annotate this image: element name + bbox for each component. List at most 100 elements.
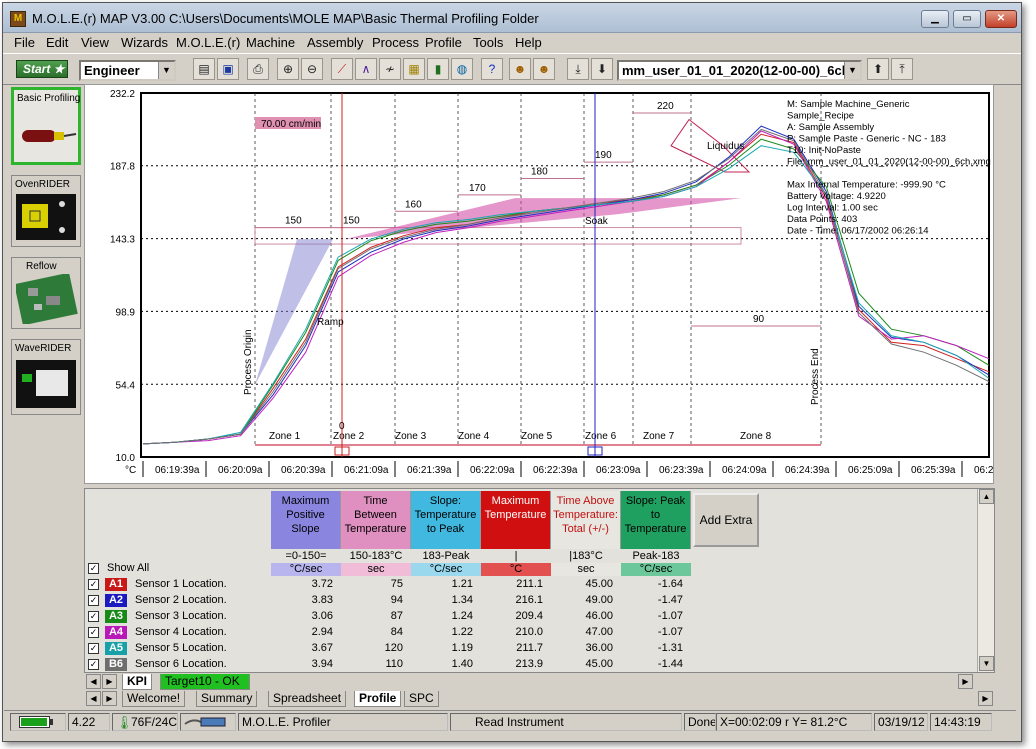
tab-scroll-right-icon[interactable]: ▶ bbox=[102, 674, 117, 689]
sensor-checkbox[interactable]: ✓ bbox=[88, 611, 99, 622]
sensor-checkbox[interactable]: ✓ bbox=[88, 627, 99, 638]
kpi-cell: 46.00 bbox=[585, 610, 613, 622]
menu-mole[interactable]: M.O.L.E.(r) bbox=[176, 35, 240, 50]
tab-target10[interactable]: Target10 - OK bbox=[160, 674, 250, 690]
user-level-select[interactable]: Engineer ▼ bbox=[79, 60, 176, 81]
close-button[interactable]: ✕ bbox=[985, 10, 1017, 28]
kpi-cell: -1.31 bbox=[657, 642, 683, 654]
circuit-board-icon bbox=[16, 274, 78, 324]
menu-profile[interactable]: Profile bbox=[425, 35, 462, 50]
open-folder-icon[interactable]: ▤ bbox=[193, 58, 215, 80]
table-row[interactable]: ✓ A4 Sensor 4 Location. 2.94 84 1.22 210.0 47.0… bbox=[85, 625, 975, 641]
kpi-column-header[interactable]: Slope: Peak to Temperature bbox=[621, 491, 691, 549]
kpi-cell: 84 bbox=[390, 626, 403, 638]
globe-icon[interactable]: ◍ bbox=[451, 58, 473, 80]
tab-profile[interactable]: Profile bbox=[354, 691, 402, 707]
view-tab-strip: ◀ ▶ Welcome! Summary Spreadsheet Profile… bbox=[84, 690, 995, 708]
kpi-column-header[interactable]: Slope: Temperature to Peak bbox=[411, 491, 481, 549]
tab-spreadsheet[interactable]: Spreadsheet bbox=[268, 691, 347, 707]
profile-file-select[interactable]: mm_user_01_01_2020(12-00-00)_6ch.xr ▼ bbox=[617, 60, 862, 81]
waverider-button[interactable]: WaveRIDER bbox=[11, 339, 81, 415]
sensor-name: Sensor 6 Location. bbox=[135, 658, 227, 670]
kpi-cell: 36.00 bbox=[585, 642, 613, 654]
mole-read-icon[interactable]: ☻ bbox=[509, 58, 531, 80]
kpi-column-header[interactable]: Time Above Temperature: Total (+/-) bbox=[551, 491, 621, 549]
profile-info-line: Log Interval: 1.00 sec bbox=[787, 203, 878, 214]
slope-icon[interactable]: ≁ bbox=[379, 58, 401, 80]
menu-file[interactable]: File bbox=[14, 35, 35, 50]
tab-welcome[interactable]: Welcome! bbox=[122, 691, 186, 707]
menu-process[interactable]: Process bbox=[372, 35, 419, 50]
menu-wizards[interactable]: Wizards bbox=[121, 35, 168, 50]
kpi-column-header[interactable]: Maximum Positive Slope bbox=[271, 491, 341, 549]
battery-icon[interactable]: ▮ bbox=[427, 58, 449, 80]
table-row[interactable]: ✓ A5 Sensor 5 Location. 3.67 120 1.19 211.7 36.… bbox=[85, 641, 975, 657]
ovenrider-button[interactable]: OvenRIDER bbox=[11, 175, 81, 247]
zone-label: Zone 7 bbox=[643, 431, 675, 442]
sensor-checkbox[interactable]: ✓ bbox=[88, 579, 99, 590]
kpi-column-header[interactable]: Maximum Temperature bbox=[481, 491, 551, 549]
menu-assembly[interactable]: Assembly bbox=[307, 35, 363, 50]
tab-summary[interactable]: Summary bbox=[196, 691, 258, 707]
scroll-down-icon[interactable]: ▼ bbox=[979, 656, 994, 671]
menu-view[interactable]: View bbox=[81, 35, 109, 50]
hscroll-right-icon[interactable]: ▶ bbox=[958, 674, 973, 689]
menu-edit[interactable]: Edit bbox=[46, 35, 68, 50]
maximize-button[interactable]: ▭ bbox=[953, 10, 981, 28]
zoom-in-icon[interactable]: ⊕ bbox=[277, 58, 299, 80]
draw-line-icon[interactable]: ⟋ bbox=[331, 58, 353, 80]
profile-chart-svg[interactable]: 232.2 187.8 143.3 98.9 54.4 10.0°C 06:19:39a 06… bbox=[85, 85, 994, 484]
x-tick-label: 06:23:39a bbox=[659, 465, 704, 476]
minimize-button[interactable]: ▁ bbox=[921, 10, 949, 28]
basic-profiling-button[interactable]: Basic Profiling bbox=[11, 87, 81, 165]
help-icon[interactable]: ? bbox=[481, 58, 503, 80]
profiler-connection bbox=[180, 713, 236, 731]
sensor-checkbox[interactable]: ✓ bbox=[88, 643, 99, 654]
grid-vertical-scrollbar[interactable]: ▲ ▼ bbox=[977, 489, 994, 673]
mole-app-icon[interactable]: M bbox=[10, 11, 26, 27]
prev-up-icon[interactable]: ⬆ bbox=[867, 58, 889, 80]
last-file-icon[interactable]: ⤒ bbox=[891, 58, 913, 80]
first-file-icon[interactable]: ⤓ bbox=[567, 58, 589, 80]
table-row[interactable]: ✓ B6 Sensor 6 Location. 3.94 110 1.40 213.9 45.… bbox=[85, 657, 975, 673]
ruler-icon[interactable]: ▦ bbox=[403, 58, 425, 80]
menu-tools[interactable]: Tools bbox=[473, 35, 503, 50]
window-title: M.O.L.E.(r) MAP V3.00 C:\Users\Documents… bbox=[32, 11, 539, 26]
next-down-icon[interactable]: ⬇ bbox=[591, 58, 613, 80]
table-row[interactable]: ✓ A2 Sensor 2 Location. 3.83 94 1.34 216.1 49.0… bbox=[85, 593, 975, 609]
kpi-column-header[interactable]: Time Between Temperature bbox=[341, 491, 411, 549]
sensor-checkbox[interactable]: ✓ bbox=[88, 659, 99, 670]
show-all-row: ✓ Show All bbox=[85, 561, 975, 577]
table-row[interactable]: ✓ A3 Sensor 3 Location. 3.06 87 1.24 209.4 46.0… bbox=[85, 609, 975, 625]
sensor-id-badge: A3 bbox=[105, 610, 127, 623]
save-icon[interactable]: ▣ bbox=[217, 58, 239, 80]
waverider-icon bbox=[16, 360, 76, 408]
reflow-button[interactable]: Reflow bbox=[11, 257, 81, 329]
thermometer-icon: 🌡 bbox=[116, 715, 133, 730]
start-button[interactable]: Start ★ bbox=[16, 60, 68, 78]
menu-machine[interactable]: Machine bbox=[246, 35, 295, 50]
sensor-checkbox[interactable]: ✓ bbox=[88, 595, 99, 606]
x-tick-label: 06:20:09a bbox=[218, 465, 263, 476]
menu-help[interactable]: Help bbox=[515, 35, 542, 50]
mole-setup-icon[interactable]: ☻ bbox=[533, 58, 555, 80]
kpi-cell: 1.40 bbox=[451, 658, 473, 670]
tab-kpi[interactable]: KPI bbox=[122, 674, 153, 690]
table-row[interactable]: ✓ A1 Sensor 1 Location. 3.72 75 1.21 211.1 45.0… bbox=[85, 577, 975, 593]
scroll-up-icon[interactable]: ▲ bbox=[979, 489, 994, 504]
tab-scroll-left-icon[interactable]: ◀ bbox=[86, 674, 101, 689]
show-all-checkbox[interactable]: ✓ bbox=[88, 563, 99, 574]
tab-spc[interactable]: SPC bbox=[404, 691, 439, 707]
profile-view-icon[interactable]: ∧ bbox=[355, 58, 377, 80]
chart-annotation: Liquidus bbox=[707, 141, 744, 152]
zone-setpoint-label: 150 bbox=[343, 216, 360, 227]
view-scroll-left-icon[interactable]: ◀ bbox=[86, 691, 101, 706]
print-icon[interactable]: ⎙ bbox=[247, 58, 269, 80]
profile-info-line: Battery Voltage: 4.9220 bbox=[787, 191, 886, 202]
add-extra-button[interactable]: Add Extra bbox=[693, 493, 759, 547]
kpi-cell: 3.06 bbox=[311, 610, 333, 622]
view-scroll-right-icon[interactable]: ▶ bbox=[102, 691, 117, 706]
profile-chart[interactable]: 232.2 187.8 143.3 98.9 54.4 10.0 °C 06:19:39a 06… bbox=[84, 84, 994, 484]
zoom-out-icon[interactable]: ⊖ bbox=[301, 58, 323, 80]
view-hscroll-right-icon[interactable]: ▶ bbox=[978, 691, 993, 706]
